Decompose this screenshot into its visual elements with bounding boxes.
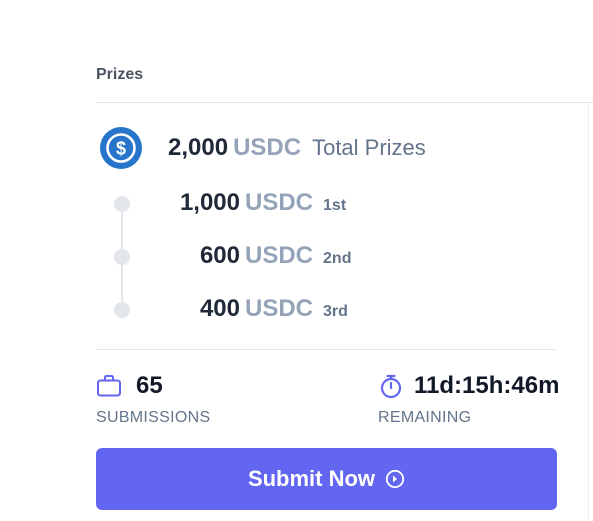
place-amount: 400 [199,295,240,322]
prize-place-second: 600 USDC 2nd [150,242,400,272]
svg-text:$: $ [116,139,126,159]
prizes-panel: Prizes $ 2,000 USDC Total Prizes 1,000 U… [0,0,593,521]
place-label: 3rd [323,303,348,320]
briefcase-icon [97,375,121,397]
stopwatch-icon [380,374,402,399]
divider [588,102,589,521]
submit-now-button[interactable]: Submit Now [96,448,557,510]
divider [96,102,593,103]
place-unit: USDC [245,189,314,216]
time-remaining: 11d:15h:46m [414,372,560,399]
prize-place-first: 1,000 USDC 1st [150,189,400,219]
usdc-coin-icon: $ [100,127,142,169]
total-prize-row: $ 2,000 USDC Total Prizes [100,126,426,170]
place-label: 1st [323,197,347,214]
submissions-label: SUBMISSIONS [96,409,211,426]
submissions-count: 65 [136,372,163,399]
total-label: Total Prizes [312,135,426,160]
timeline-dot [114,302,130,318]
timeline-dot [114,249,130,265]
prize-place-third: 400 USDC 3rd [150,295,400,325]
remaining-label: REMAINING [378,409,472,426]
place-unit: USDC [245,242,314,269]
divider [96,349,557,350]
arrow-circle-right-icon [385,469,405,489]
place-unit: USDC [245,295,314,322]
remaining-stat: 11d:15h:46m REMAINING [378,370,559,427]
place-label: 2nd [323,250,352,267]
total-amount: 2,000 [168,134,229,161]
total-unit: USDC [233,134,302,161]
timeline-dot [114,196,130,212]
place-amount: 600 [199,242,240,269]
place-amount: 1,000 [179,189,240,216]
submit-button-label: Submit Now [247,466,376,491]
section-title: Prizes [96,66,144,83]
submissions-stat: 65 SUBMISSIONS [96,370,210,427]
